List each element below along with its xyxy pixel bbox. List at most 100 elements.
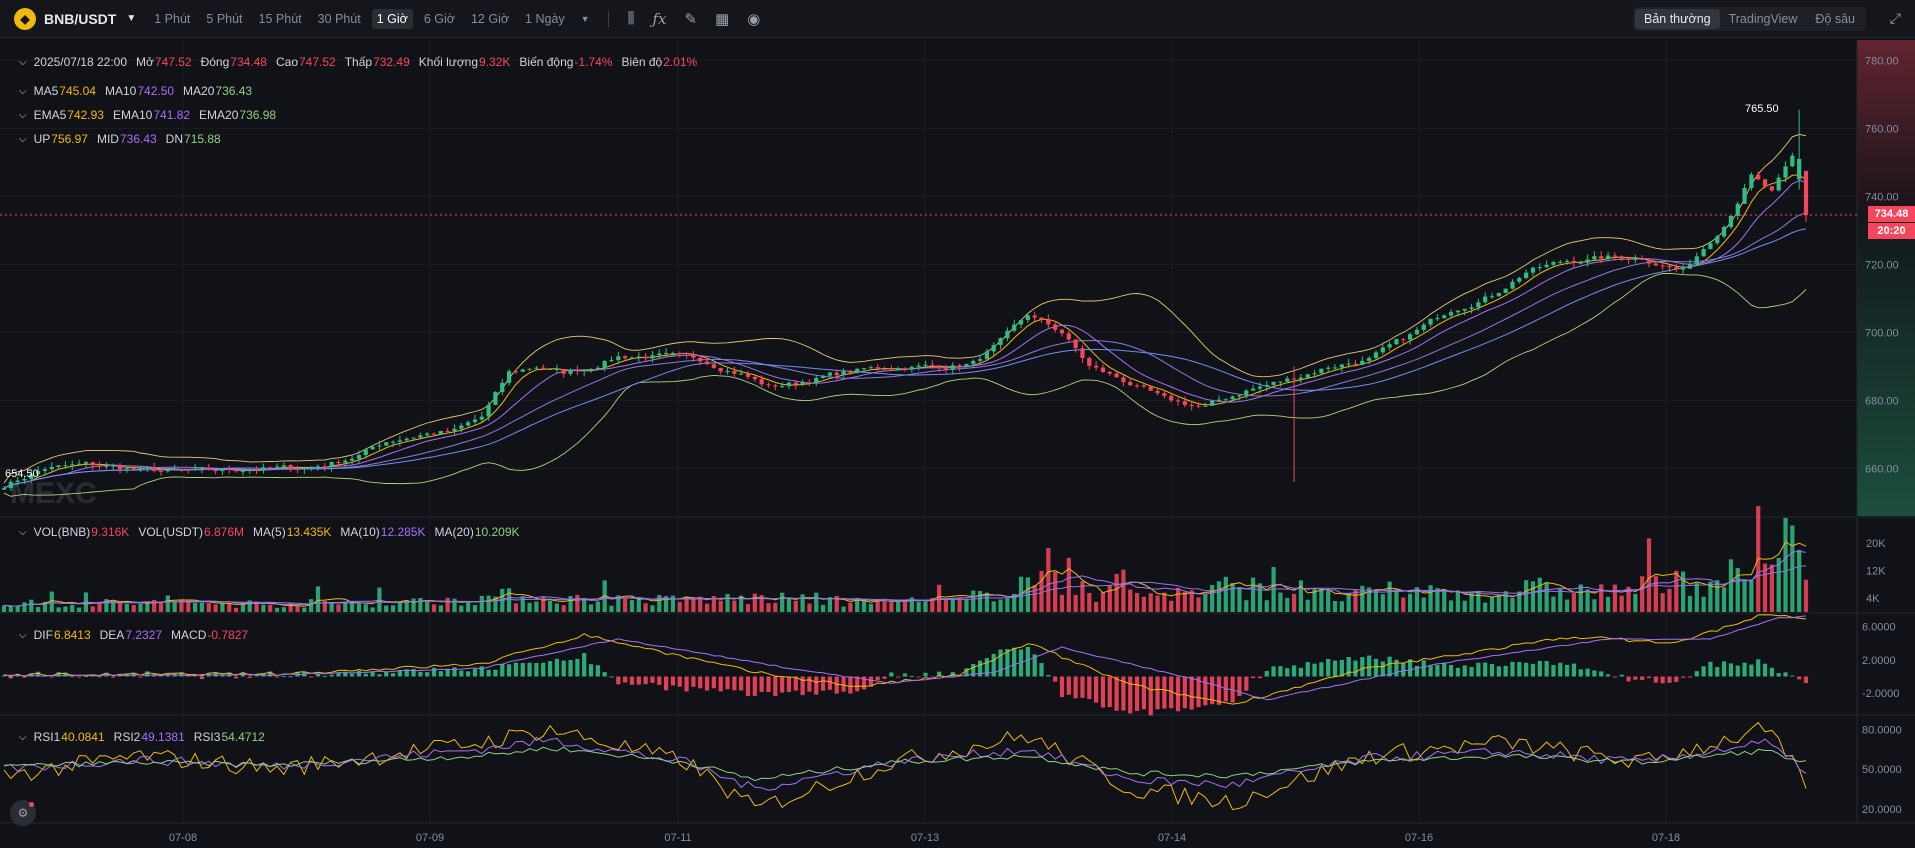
chart-settings-button[interactable]: ⚙ — [10, 800, 36, 826]
volume-bar — [1141, 596, 1147, 612]
candle-body — [561, 368, 566, 374]
volume-bar — [732, 600, 737, 612]
rsi2-label: RSI2 — [113, 730, 141, 744]
macd-histogram-bar — [1162, 676, 1167, 709]
volume-bar — [193, 602, 198, 612]
candle-body — [1305, 374, 1310, 378]
volume-bar — [302, 607, 307, 612]
timeframe-15m[interactable]: 15 Phút — [254, 9, 307, 29]
volume-bar — [295, 606, 300, 612]
candle-body — [295, 468, 300, 470]
volume-bar — [882, 601, 887, 612]
view-depth-button[interactable]: Độ sâu — [1806, 9, 1864, 29]
candle-body — [425, 433, 430, 436]
candle-body — [732, 371, 737, 374]
macd-histogram-bar — [199, 676, 205, 680]
pair-dropdown-icon[interactable]: ▼ — [126, 13, 136, 24]
macd-histogram-bar — [575, 658, 580, 677]
candle-body — [1332, 367, 1338, 369]
volume-bar — [1285, 597, 1290, 612]
timeframe-1m[interactable]: 1 Phút — [149, 9, 195, 29]
macd-histogram-bar — [1749, 664, 1754, 677]
candle-body — [1633, 258, 1638, 260]
macd-histogram-bar — [1489, 664, 1495, 677]
macd-histogram-bar — [1510, 661, 1515, 677]
price-axis-tick: 660.00 — [1865, 463, 1899, 475]
timeframe-1d[interactable]: 1 Ngày — [520, 9, 570, 29]
macd-histogram-bar — [1319, 662, 1324, 677]
macd-histogram-bar — [370, 672, 375, 677]
volume-bar — [1721, 587, 1727, 612]
candle-body — [1756, 174, 1761, 180]
volume-bar — [1196, 597, 1201, 612]
ema5-label: EMA5 — [33, 108, 67, 122]
chart-canvas[interactable]: MEXC 660.00 680.00 700.00 720.00 740.00 760.0… — [0, 38, 1915, 848]
candle-body — [691, 354, 696, 358]
candle-body — [875, 367, 880, 369]
ma5-value: 745.04 — [59, 84, 96, 98]
volume-bar — [172, 601, 177, 612]
candle-body — [1175, 400, 1181, 402]
candle-body — [650, 355, 655, 359]
collapse-chevron-icon[interactable]: ⌵ — [19, 57, 27, 68]
macd-histogram-bar — [1462, 665, 1467, 677]
macd-histogram-bar — [513, 662, 519, 677]
timeframe-6h[interactable]: 6 Giờ — [419, 9, 460, 29]
pencil-icon[interactable]: ✎ — [685, 10, 698, 28]
timeframe-more-icon[interactable]: ▼ — [576, 11, 595, 27]
candle-body — [977, 359, 983, 361]
candle-body — [814, 377, 819, 384]
candle-body — [356, 455, 362, 459]
collapse-chevron-icon[interactable]: ⌵ — [19, 110, 27, 121]
volume-bar — [350, 601, 355, 612]
price-axis-tick: 780.00 — [1865, 55, 1899, 67]
volume-bar — [1571, 593, 1577, 612]
candle-body — [1039, 317, 1044, 320]
candle-body — [752, 376, 757, 380]
volume-bar — [1599, 584, 1604, 612]
macd-histogram-bar — [1524, 662, 1529, 677]
candle-body — [70, 464, 75, 466]
candle-body — [76, 463, 82, 465]
timeframe-12h[interactable]: 12 Giờ — [466, 9, 514, 29]
timeframe-5m[interactable]: 5 Phút — [201, 9, 247, 29]
candlestick-icon[interactable]: ⫼ — [628, 10, 635, 27]
macd-histogram-bar — [1599, 671, 1604, 677]
candle-body — [855, 368, 860, 373]
volume-bar — [459, 605, 464, 612]
macd-histogram-bar — [1612, 676, 1617, 678]
volume-bar — [425, 601, 430, 612]
collapse-chevron-icon[interactable]: ⌵ — [19, 86, 27, 97]
timeframe-30m[interactable]: 30 Phút — [313, 9, 366, 29]
collapse-chevron-icon[interactable]: ⌵ — [19, 527, 27, 538]
candle-body — [1182, 401, 1187, 405]
indicator-fx-icon[interactable]: ƒx — [652, 10, 666, 28]
candle-body — [1339, 364, 1344, 368]
macd-histogram-bar — [1646, 676, 1652, 679]
camera-icon[interactable]: ◉ — [747, 10, 760, 28]
timeframe-1h[interactable]: 1 Giờ — [371, 8, 413, 29]
candle-body — [15, 480, 20, 482]
candle-body — [1428, 318, 1433, 325]
fullscreen-icon[interactable]: ⤢ — [1890, 10, 1901, 27]
macd-histogram-bar — [138, 676, 143, 678]
time-axis-tick: 07-09 — [416, 832, 444, 844]
collapse-chevron-icon[interactable]: ⌵ — [19, 134, 27, 145]
candle-body — [8, 481, 13, 489]
candle-body — [588, 369, 594, 371]
pair-title[interactable]: BNB/USDT — [44, 11, 116, 27]
view-standard-button[interactable]: Bản thường — [1634, 9, 1720, 29]
collapse-chevron-icon[interactable]: ⌵ — [19, 630, 27, 641]
macd-histogram-bar — [1681, 676, 1686, 678]
volume-bar — [1162, 592, 1167, 612]
view-tradingview-button[interactable]: TradingView — [1720, 9, 1807, 29]
macd-histogram-bar — [309, 676, 314, 678]
candle-body — [1216, 399, 1222, 402]
candle-body — [452, 428, 457, 432]
layout-icon[interactable]: ▦ — [715, 10, 729, 28]
collapse-chevron-icon[interactable]: ⌵ — [19, 732, 27, 743]
volume-bar — [315, 586, 321, 612]
volume-bar — [438, 605, 443, 612]
candle-body — [861, 368, 867, 370]
macd-histogram-bar — [363, 673, 368, 677]
